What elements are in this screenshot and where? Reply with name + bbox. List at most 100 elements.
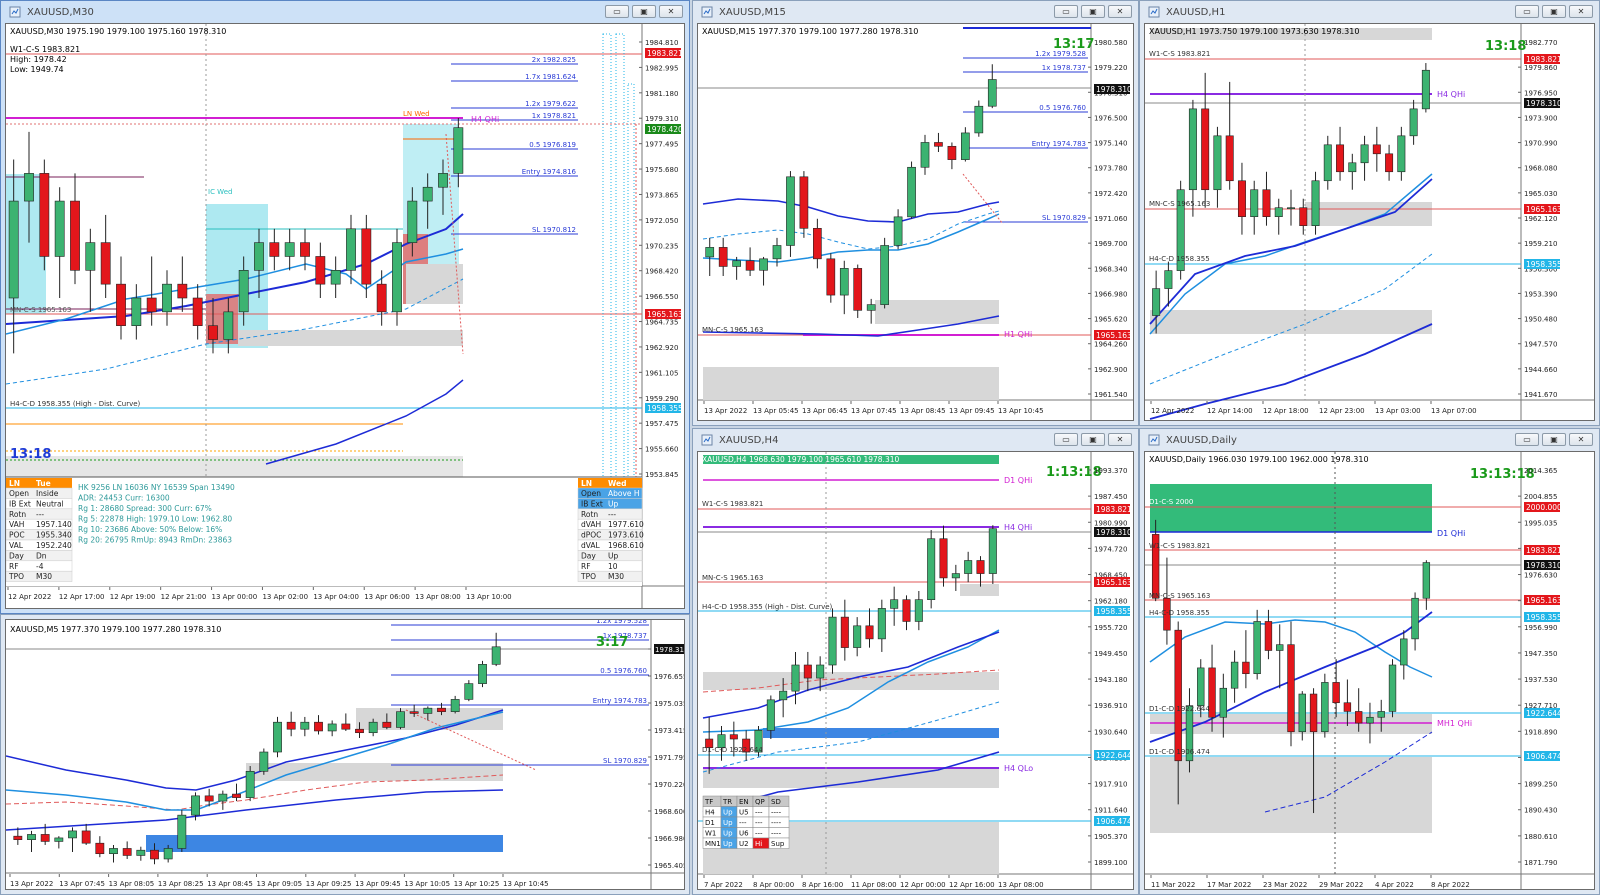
clock-label: 13:18 [10,447,51,462]
window-xauusd-m5[interactable]: 1.2x 1979.528 1x 1978.737 0.5 1976.760 Entr… [0,614,690,895]
chart-svg-h1[interactable]: XAUUSD,H1 1973.750 1979.100 1973.630 197… [1145,24,1595,421]
window-xauusd-m30[interactable]: XAUUSD,M30 ▭ ▣ ✕ 2x 1982.825 1.7x 1981.6… [0,0,690,614]
window-xauusd-daily[interactable]: XAUUSD,Daily ▭ ▣ ✕ XAUUSD,Daily 1966.030… [1139,428,1600,895]
table-cell-text: --- [755,830,763,838]
target-label: 1x 1978.737 [1042,64,1086,72]
candle-bull [453,127,464,174]
candle-bull [223,311,234,340]
chart-area-daily[interactable]: XAUUSD,Daily 1966.030 1979.100 1962.000 … [1144,451,1595,890]
maximize-button[interactable]: ▣ [1542,433,1566,446]
panel-header-text: LN [9,479,20,488]
close-button[interactable]: ✕ [1108,433,1132,446]
close-button[interactable]: ✕ [1569,5,1593,18]
price-badge-text: 1978.310 [1526,561,1562,570]
chart-area-h4[interactable]: XAUUSD,H4 1968.630 1979.100 1965.610 197… [697,451,1134,890]
price-tick-label: 1977.495 [645,141,678,149]
candle-bear [799,176,809,229]
target-label: SL 1970.812 [532,226,576,234]
chart-svg-m15[interactable]: 1.2x 1979.5281x 1978.7370.5 1976.760Entr… [698,24,1134,421]
time-tick-label: 13 Apr 2022 [704,407,747,415]
price-tick-label: 1975.140 [1094,140,1127,148]
chart-svg-m5[interactable]: 1.2x 1979.5281x 1978.7370.5 1976.760Entr… [6,620,685,890]
minimize-button[interactable]: ▭ [605,5,629,18]
panel-value: 1957.140 [36,520,72,529]
target-label: SL 1970.829 [603,757,647,765]
candle-bull [732,260,741,267]
demand-zone [763,728,999,738]
maximize-button[interactable]: ▣ [1081,433,1105,446]
panel-key: Day [9,551,24,560]
chart-svg-h4[interactable]: XAUUSD,H4 1968.630 1979.100 1965.610 197… [698,452,1134,890]
chart-area-m15[interactable]: 1.2x 1979.528 1x 1978.737 0.5 1976.760 Entr… [697,23,1134,421]
candle-bull [423,707,433,714]
candle-bull [330,270,341,285]
candle-bull [1397,135,1406,173]
panel-value: --- [36,510,44,519]
panel-value: --- [608,510,616,519]
maximize-button[interactable]: ▣ [1081,5,1105,18]
current-price-text: 1978.310 [1096,85,1132,94]
close-button[interactable]: ✕ [1108,5,1132,18]
price-tick-label: 1981.180 [645,90,678,98]
price-tick-label: 1943.180 [1094,676,1127,684]
price-tick-label: 1962.900 [1094,366,1127,374]
candle-bear [70,200,80,271]
candle-bear [1332,682,1340,704]
candle-bull [450,699,460,712]
chart-area-m5[interactable]: 1.2x 1979.528 1x 1978.737 0.5 1976.760 Entr… [5,619,685,890]
time-tick-label: 13 Apr 08:00 [415,593,461,601]
close-button[interactable]: ✕ [659,5,683,18]
price-badge-text: 1983.821 [647,49,683,58]
candle-bull [300,721,310,730]
maximize-button[interactable]: ▣ [632,5,656,18]
h4cd-label: H4-C-D 1958.355 (High - Dist. Curve) [702,603,833,611]
price-tick-label: 1871.790 [1524,859,1557,867]
price-tick-label: 2014.365 [1524,467,1557,475]
candle-bull [907,166,916,218]
candle-bull [1400,638,1408,666]
panel-value: Dn [36,551,47,560]
panel-value: Neutral [36,499,64,508]
maximize-button[interactable]: ▣ [1542,5,1566,18]
window-titlebar[interactable]: XAUUSD,M30 [1,1,689,23]
minimize-button[interactable]: ▭ [1515,433,1539,446]
minimize-button[interactable]: ▭ [1054,433,1078,446]
time-tick-label: 13 Apr 10:05 [404,880,450,888]
window-xauusd-h1[interactable]: XAUUSD,H1 ▭ ▣ ✕ XAUUSD,H1 1973.750 1979.… [1139,0,1600,426]
candle-bull [1197,667,1205,706]
price-tick-label: 1975.035 [654,700,685,708]
chart-area-m30[interactable]: 2x 1982.825 1.7x 1981.624 1.2x 1979.622 1x … [5,23,685,609]
chart-svg-daily[interactable]: XAUUSD,Daily 1966.030 1979.100 1962.000 … [1145,452,1595,890]
price-badge-text: 1965.163 [1096,578,1132,587]
candle-bull [177,814,187,849]
price-tick-label: 1984.810 [645,39,678,47]
candle-bull [779,690,788,701]
chart-area-h1[interactable]: XAUUSD,H1 1973.750 1979.100 1973.630 197… [1144,23,1595,421]
close-button[interactable]: ✕ [1569,433,1593,446]
time-tick-label: 13 Apr 2022 [10,880,53,888]
price-tick-label: 1964.260 [1094,341,1127,349]
minimize-button[interactable]: ▭ [1515,5,1539,18]
panel-value: 1955.340 [36,531,72,540]
target-label: 0.5 1976.760 [600,667,647,675]
ln-wed-label: LN Wed [403,110,430,118]
time-tick-label: 11 Apr 08:00 [851,881,897,889]
supply-demand-zone [238,330,463,346]
window-xauusd-m15[interactable]: XAUUSD,M15 ▭ ▣ ✕ 1.2x 1979.528 1x 1978.73… [692,0,1139,426]
table-cell-text: H4 [705,809,715,817]
supply-zone [1150,484,1432,532]
panel-header-text: Wed [608,479,626,488]
chart-svg-m30[interactable]: 2x 1982.825 1.7x 1981.624 1.2x 1979.622 1x … [6,24,685,609]
candle-bear [1201,108,1210,191]
price-tick-label: 1973.415 [654,727,685,735]
candle-bull [839,268,849,296]
price-tick-label: 1957.475 [645,420,678,428]
minimize-button[interactable]: ▭ [1054,5,1078,18]
candle-bear [826,258,836,296]
time-tick-label: 23 Mar 2022 [1263,881,1307,889]
candle-bear [204,795,214,802]
price-tick-label: 1930.640 [1094,728,1127,736]
price-tick-label: 1973.900 [1524,114,1557,122]
window-xauusd-h4[interactable]: XAUUSD,H4 ▭ ▣ ✕ XAUUSD,H4 1968.630 1979.… [692,428,1139,895]
price-badge-text: 1983.821 [1096,505,1132,514]
